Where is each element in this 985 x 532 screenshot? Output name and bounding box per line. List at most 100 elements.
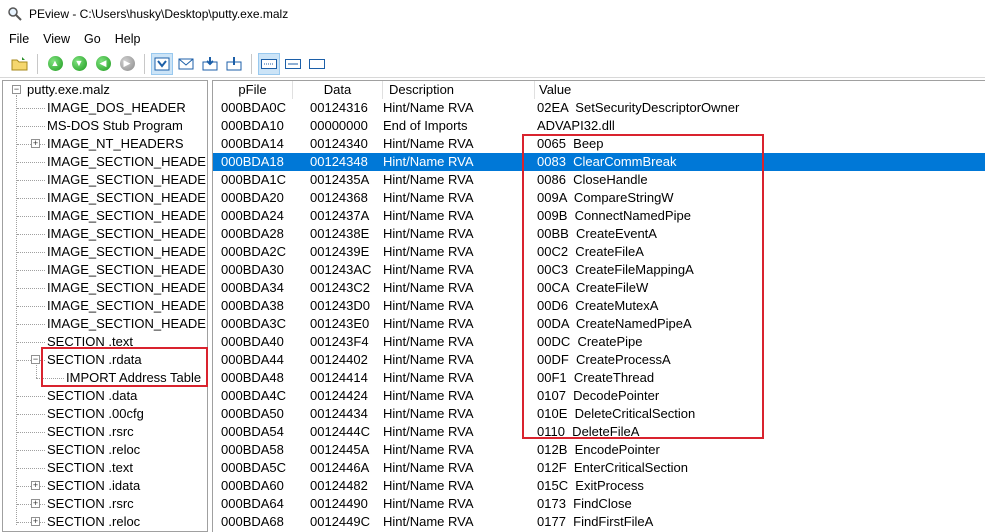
column-header-label: Data — [323, 82, 352, 97]
table-row[interactable]: 000BDA54 0012444C Hint/Name RVA 0110 Delete… — [213, 423, 985, 441]
cell-description: Hint/Name RVA — [383, 388, 474, 403]
view-export-icon[interactable] — [223, 53, 245, 75]
cell-pfile: 000BDA48 — [221, 370, 284, 385]
tree-item[interactable]: IMAGE_SECTION_HEADE — [3, 189, 207, 207]
menu-view[interactable]: View — [36, 32, 77, 46]
table-row[interactable]: 000BDA48 00124414 Hint/Name RVA 00F1 Create… — [213, 369, 985, 387]
tree-item[interactable]: IMAGE_SECTION_HEADE — [3, 153, 207, 171]
tree-item[interactable]: IMAGE_SECTION_HEADE — [3, 171, 207, 189]
cell-value: 0083 ClearCommBreak — [537, 154, 677, 169]
tree-item[interactable]: IMAGE_SECTION_HEADE — [3, 243, 207, 261]
expand-icon[interactable]: + — [31, 139, 40, 148]
tree-item[interactable]: IMAGE_SECTION_HEADE — [3, 279, 207, 297]
nav-forward-icon[interactable]: ▶ — [116, 53, 138, 75]
menu-go[interactable]: Go — [77, 32, 108, 46]
table-row[interactable]: 000BDA5C 0012446A Hint/Name RVA 012F EnterC… — [213, 459, 985, 477]
tree-item-label: IMAGE_SECTION_HEADE — [47, 190, 206, 205]
view-hex-icon[interactable] — [258, 52, 280, 75]
column-header-pfile[interactable]: pFile — [213, 81, 293, 99]
tree-item[interactable]: IMAGE_SECTION_HEADE — [3, 207, 207, 225]
view-import-icon[interactable] — [199, 53, 221, 75]
view-raw-icon[interactable] — [151, 52, 173, 75]
tree-item[interactable]: SECTION .text — [3, 333, 207, 351]
view-word-icon[interactable] — [306, 53, 328, 75]
toolbar-separator — [144, 53, 145, 74]
tree-item[interactable]: IMAGE_SECTION_HEADE — [3, 315, 207, 333]
nav-down-icon[interactable]: ▼ — [68, 53, 90, 75]
tree-item[interactable]: IMAGE_SECTION_HEADE — [3, 261, 207, 279]
tree-pane[interactable]: − putty.exe.malz IMAGE_DOS_HEADER MS-DOS … — [2, 80, 208, 532]
column-header-description[interactable]: Description — [383, 81, 535, 99]
table-row[interactable]: 000BDA34 001243C2 Hint/Name RVA 00CA Create… — [213, 279, 985, 297]
cell-value: 009B ConnectNamedPipe — [537, 208, 691, 223]
cell-description: Hint/Name RVA — [383, 262, 474, 277]
menu-help[interactable]: Help — [108, 32, 148, 46]
view-mail-icon[interactable] — [175, 53, 197, 75]
table-row[interactable]: 000BDA30 001243AC Hint/Name RVA 00C3 Create… — [213, 261, 985, 279]
table-row[interactable]: 000BDA14 00124340 Hint/Name RVA 0065 Beep — [213, 135, 985, 153]
nav-up-icon[interactable]: ▲ — [44, 53, 66, 75]
cell-value: 0107 DecodePointer — [537, 388, 660, 403]
table-row[interactable]: 000BDA44 00124402 Hint/Name RVA 00DF Create… — [213, 351, 985, 369]
table-row[interactable]: 000BDA18 00124348 Hint/Name RVA 0083 ClearC… — [213, 153, 985, 171]
cell-data: 00000000 — [310, 118, 368, 133]
expand-icon[interactable]: + — [31, 481, 40, 490]
tree-item[interactable]: IMPORT Address Table — [3, 365, 207, 387]
table-row[interactable]: 000BDA1C 0012435A Hint/Name RVA 0086 CloseH… — [213, 171, 985, 189]
table-row[interactable]: 000BDA2C 0012439E Hint/Name RVA 00C2 Create… — [213, 243, 985, 261]
tree-item[interactable]: SECTION .data — [3, 387, 207, 405]
tree-item[interactable]: + SECTION .idata — [3, 477, 207, 495]
tree-item[interactable]: SECTION .reloc — [3, 441, 207, 459]
table-row[interactable]: 000BDA38 001243D0 Hint/Name RVA 00D6 Create… — [213, 297, 985, 315]
tree-item[interactable]: SECTION .rsrc — [3, 423, 207, 441]
tree-item-label: SECTION .rsrc — [47, 424, 134, 439]
table-row[interactable]: 000BDA64 00124490 Hint/Name RVA 0173 FindCl… — [213, 495, 985, 513]
table-row[interactable]: 000BDA60 00124482 Hint/Name RVA 015C ExitPr… — [213, 477, 985, 495]
tree-root[interactable]: − putty.exe.malz — [3, 81, 207, 99]
cell-pfile: 000BDA50 — [221, 406, 284, 421]
tree-connector — [17, 162, 45, 163]
table-row[interactable]: 000BDA40 001243F4 Hint/Name RVA 00DC Create… — [213, 333, 985, 351]
view-byte-icon[interactable] — [282, 53, 304, 75]
table-row[interactable]: 000BDA24 0012437A Hint/Name RVA 009B Connec… — [213, 207, 985, 225]
column-header-value[interactable]: Value — [535, 81, 985, 99]
tree-item[interactable]: SECTION .text — [3, 459, 207, 477]
nav-back-icon[interactable]: ◀ — [92, 53, 114, 75]
expand-icon[interactable]: + — [31, 499, 40, 508]
table-row[interactable]: 000BDA4C 00124424 Hint/Name RVA 0107 Decode… — [213, 387, 985, 405]
tree-connector — [17, 450, 45, 451]
cell-value: 012F EnterCriticalSection — [537, 460, 689, 475]
open-folder-icon[interactable] — [9, 53, 31, 75]
cell-value: 0110 DeleteFileA — [537, 424, 640, 439]
tree-item[interactable]: IMAGE_SECTION_HEADE — [3, 297, 207, 315]
collapse-icon[interactable]: − — [12, 85, 21, 94]
tree-item[interactable]: SECTION .00cfg — [3, 405, 207, 423]
table-row[interactable]: 000BDA3C 001243E0 Hint/Name RVA 00DA Create… — [213, 315, 985, 333]
collapse-icon[interactable]: − — [31, 355, 40, 364]
tree-item-label: SECTION .00cfg — [47, 406, 144, 421]
tree-item[interactable]: + IMAGE_NT_HEADERS — [3, 135, 207, 153]
tree-item[interactable]: IMAGE_SECTION_HEADE — [3, 225, 207, 243]
expand-icon[interactable]: + — [31, 517, 40, 526]
table-row[interactable]: 000BDA50 00124434 Hint/Name RVA 010E Delete… — [213, 405, 985, 423]
tree-item[interactable]: − SECTION .rdata — [3, 351, 207, 369]
detail-list[interactable]: pFile Data Description Value 000BDA0C 001… — [212, 80, 985, 532]
table-row[interactable]: 000BDA58 0012445A Hint/Name RVA 012B Encode… — [213, 441, 985, 459]
table-row[interactable]: 000BDA68 0012449C Hint/Name RVA 0177 FindFi… — [213, 513, 985, 531]
tree-item-label: SECTION .reloc — [47, 514, 141, 529]
table-row[interactable]: 000BDA28 0012438E Hint/Name RVA 00BB Create… — [213, 225, 985, 243]
column-header-label: pFile — [238, 82, 267, 97]
column-header-data[interactable]: Data — [293, 81, 383, 99]
tree-connector — [17, 270, 45, 271]
tree-item[interactable]: MS-DOS Stub Program — [3, 117, 207, 135]
cell-description: Hint/Name RVA — [383, 334, 474, 349]
cell-data: 0012437A — [310, 208, 370, 223]
tree-item[interactable]: + SECTION .reloc — [3, 513, 207, 531]
table-row[interactable]: 000BDA0C 00124316 Hint/Name RVA 02EA SetSec… — [213, 99, 985, 117]
menu-file[interactable]: File — [0, 32, 36, 46]
tree-item[interactable]: + SECTION .rsrc — [3, 495, 207, 513]
table-row[interactable]: 000BDA10 00000000 End of Imports ADVAPI32.d… — [213, 117, 985, 135]
tree-item[interactable]: IMAGE_DOS_HEADER — [3, 99, 207, 117]
cell-data: 0012446A — [310, 460, 370, 475]
table-row[interactable]: 000BDA20 00124368 Hint/Name RVA 009A Compar… — [213, 189, 985, 207]
